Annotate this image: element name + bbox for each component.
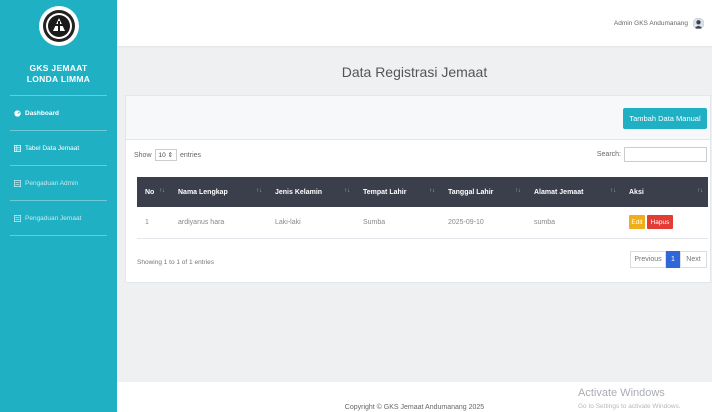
data-card: Tambah Data Manual Show 10 ⇕ entries Sea… [125,95,711,283]
column-header-label: Jenis Kelamin [275,188,323,196]
edit-button[interactable]: Edit [629,215,645,230]
user-menu[interactable]: Admin GKS Andumanang [614,18,704,29]
previous-page-button[interactable]: Previous [630,251,666,268]
column-header-label: Tanggal Lahir [448,188,494,196]
brand-line-1: GKS JEMAAT [29,63,88,73]
sidebar-item-pengaduan-admin[interactable]: Pengaduan Admin [0,175,117,191]
sidebar-divider [10,130,107,131]
cell-tanggal-lahir: 2025-09-10 [440,207,526,239]
activate-windows-title: Activate Windows [578,387,665,399]
table-controls: Show 10 ⇕ entries Search: [126,140,710,168]
dashboard-icon [14,109,21,117]
page-length-value: 10 [158,152,166,159]
delete-button[interactable]: Hapus [647,215,673,230]
sidebar-item-label: Dashboard [25,109,59,117]
entries-label: entries [180,151,202,159]
sort-icon: ↑↓ [697,188,703,194]
sort-icon: ↑↓ [256,188,262,194]
column-header-label: No [145,188,155,196]
table-header-row: No ↑↓ Nama Lengkap ↑↓ Jenis Kelamin ↑↓ Temp… [137,177,708,207]
cell-tempat-lahir: Sumba [355,207,440,239]
table-icon [14,144,21,152]
sidebar-item-pengaduan-jemaat[interactable]: Pengaduan Jemaat [0,210,117,226]
user-avatar-icon [693,18,704,29]
column-header-alamat-jemaat[interactable]: Alamat Jemaat ↑↓ [526,177,621,207]
show-label: Show [134,151,152,159]
search-control: Search: [597,147,707,162]
page-1-button[interactable]: 1 [666,251,680,268]
next-page-button[interactable]: Next [680,251,707,268]
sidebar-divider [10,200,107,201]
page-length-select[interactable]: 10 ⇕ [154,149,178,161]
cell-alamat: sumba [526,207,621,239]
brand-line-2: LONDA LIMMA [26,74,91,84]
logo-wrap [0,0,117,52]
sort-icon: ↑↓ [610,188,616,194]
sidebar-item-label: Pengaduan Jemaat [25,214,82,222]
column-header-jenis-kelamin[interactable]: Jenis Kelamin ↑↓ [267,177,355,207]
search-input[interactable] [624,147,707,162]
sidebar: GKS JEMAAT LONDA LIMMA Dashboard Tabel D… [0,0,117,412]
column-header-tempat-lahir[interactable]: Tempat Lahir ↑↓ [355,177,440,207]
search-label: Search: [596,151,621,158]
list-icon [14,179,21,187]
column-header-aksi[interactable]: Aksi ↑↓ [621,177,708,207]
column-header-label: Aksi [629,188,644,196]
jemaat-table: No ↑↓ Nama Lengkap ↑↓ Jenis Kelamin ↑↓ Temp… [137,177,708,239]
column-header-label: Tempat Lahir [363,188,407,196]
sort-icon: ↑↓ [159,188,165,194]
page-length-control: Show 10 ⇕ entries [134,149,201,161]
add-manual-data-button[interactable]: Tambah Data Manual [623,108,707,129]
pagination: Previous 1 Next [630,251,707,268]
logo-emblem-icon [42,10,75,42]
sidebar-item-dashboard[interactable]: Dashboard [0,105,117,121]
cell-jenis-kelamin: Laki-laki [267,207,355,239]
column-header-label: Alamat Jemaat [534,188,584,196]
avatar[interactable] [693,18,704,29]
church-logo[interactable] [38,6,79,46]
column-header-nama-lengkap[interactable]: Nama Lengkap ↑↓ [170,177,267,207]
sort-icon: ↑↓ [429,188,435,194]
column-header-no[interactable]: No ↑↓ [137,177,170,207]
sort-icon: ↑↓ [344,188,350,194]
table-row: 1 ardiyanus hara Laki-laki Sumba 2025-09… [137,207,708,239]
column-header-tanggal-lahir[interactable]: Tanggal Lahir ↑↓ [440,177,526,207]
card-header: Tambah Data Manual [126,96,710,140]
sidebar-item-tabel-data-jemaat[interactable]: Tabel Data Jemaat [0,140,117,156]
page-title: Data Registrasi Jemaat [341,64,488,80]
sidebar-divider [10,165,107,166]
cell-nama: ardiyanus hara [170,207,267,239]
cell-aksi: Edit Hapus [621,207,708,239]
sort-icon: ↑↓ [515,188,521,194]
user-name: Admin GKS Andumanang [613,20,688,27]
sidebar-item-label: Pengaduan Admin [25,179,79,187]
topbar: Admin GKS Andumanang [117,0,712,46]
column-header-label: Nama Lengkap [178,188,228,196]
activate-windows-subtitle: Go to Settings to activate Windows. [578,403,681,410]
table-info: Showing 1 to 1 of 1 entries [137,259,214,266]
sidebar-item-label: Tabel Data Jemaat [25,144,80,152]
brand-name: GKS JEMAAT LONDA LIMMA [0,52,117,85]
select-arrows-icon: ⇕ [167,152,174,159]
cell-no: 1 [137,207,170,239]
list-icon [14,214,21,222]
sidebar-divider [10,235,107,236]
